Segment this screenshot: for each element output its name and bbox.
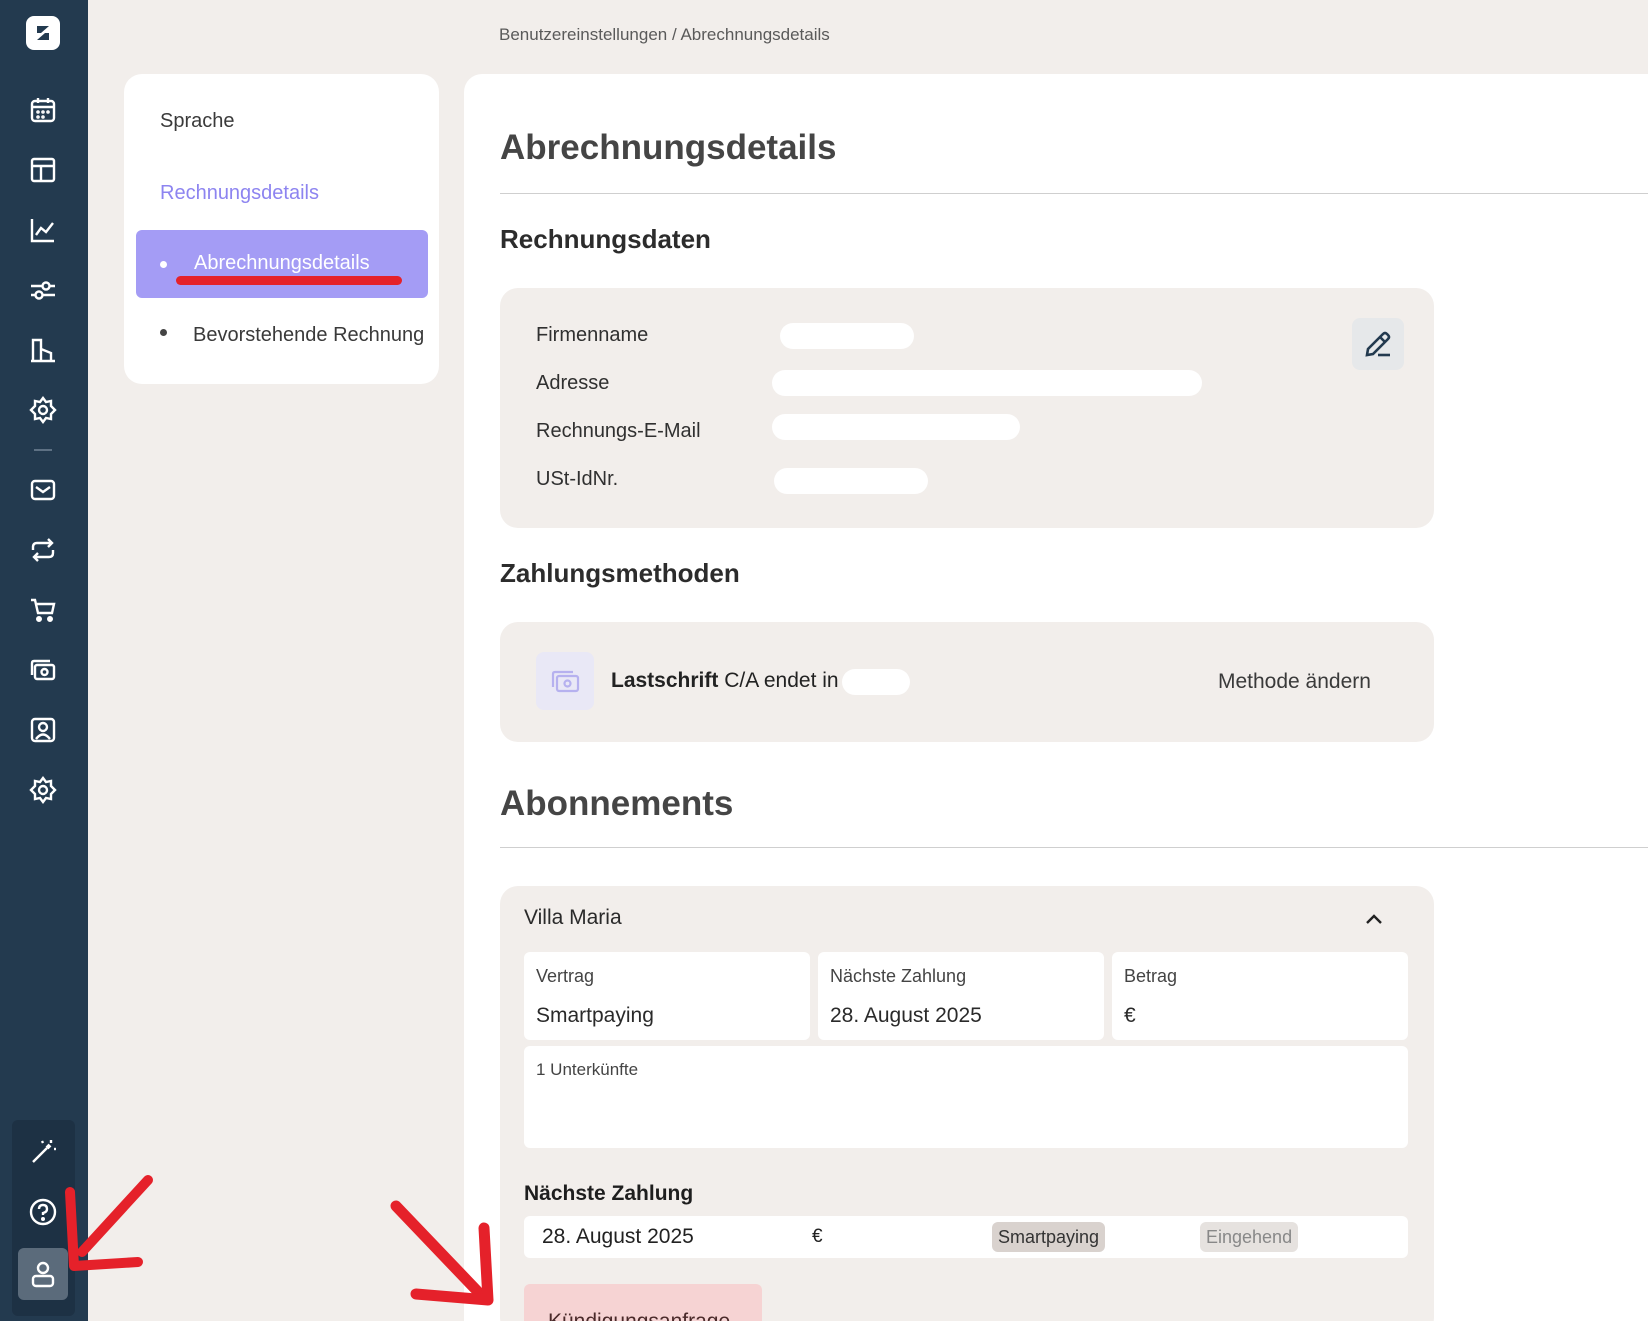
calendar-icon[interactable] (24, 91, 62, 129)
annotation-underline (176, 276, 402, 285)
next-payment-box: Nächste Zahlung 28. August 2025 (818, 952, 1104, 1040)
chart-icon[interactable] (24, 211, 62, 249)
logo-icon[interactable] (26, 16, 60, 50)
contact-icon[interactable] (24, 711, 62, 749)
edit-invoice-data-button[interactable] (1352, 318, 1404, 370)
chevron-up-icon[interactable] (1362, 908, 1386, 932)
next-payment-label: Nächste Zahlung (830, 966, 967, 986)
subnav-item-abrechnungsdetails[interactable]: Abrechnungsdetails (136, 230, 428, 298)
subnav-item-label: Abrechnungsdetails (194, 252, 370, 274)
address-redacted (772, 370, 1202, 396)
main-content-panel: Abrechnungsdetails Rechnungsdaten Firmen… (464, 74, 1648, 1321)
annotation-arrow-user (65, 1175, 153, 1271)
cart-icon[interactable] (24, 591, 62, 629)
payment-date: 28. August 2025 (542, 1225, 694, 1248)
company-name-redacted (780, 323, 914, 349)
building-icon[interactable] (24, 331, 62, 369)
magic-wand-icon[interactable] (24, 1133, 62, 1171)
billing-email-redacted (772, 414, 1020, 440)
accommodations-count: 1 Unterkünfte (536, 1060, 639, 1079)
address-label: Adresse (536, 372, 610, 394)
payment-method-card: Lastschrift C/A endet in Methode ändern (500, 622, 1434, 742)
bullet-dot (160, 261, 167, 268)
vat-id-redacted (774, 468, 928, 494)
user-icon (31, 1261, 55, 1288)
subnav-item-billing-details[interactable]: Rechnungsdetails (160, 182, 319, 205)
contract-label: Vertrag (536, 966, 595, 986)
accommodations-box: 1 Unterkünfte (524, 1046, 1408, 1148)
contract-value: Smartpaying (536, 1004, 654, 1027)
next-payment-value: 28. August 2025 (830, 1004, 982, 1027)
page-title: Abrechnungsdetails (500, 128, 837, 167)
payment-icon (536, 652, 594, 710)
contract-box: Vertrag Smartpaying (524, 952, 810, 1040)
amount-value: € (1124, 1004, 1136, 1027)
subnav-item-language[interactable]: Sprache (160, 110, 235, 133)
mail-icon[interactable] (24, 471, 62, 509)
subscriptions-divider (500, 847, 1648, 848)
account-digits-redacted (842, 669, 910, 695)
cancellation-request-button[interactable]: Kündigungsanfrage (524, 1284, 762, 1321)
contract-type-badge: Smartpaying (992, 1222, 1106, 1252)
invoice-data-card: Firmenname Adresse Rechnungs-E-Mail USt-… (500, 288, 1434, 528)
amount-label: Betrag (1124, 966, 1178, 986)
sliders-icon[interactable] (24, 271, 62, 309)
subnav-item-label: Bevorstehende Rechnung (193, 324, 425, 346)
invoice-data-heading: Rechnungsdaten (500, 224, 711, 254)
settings-subnav: Sprache Rechnungsdetails Abrechnungsdeta… (124, 74, 439, 384)
company-name-label: Firmenname (536, 324, 649, 346)
main-navigation-rail (0, 0, 88, 1321)
gear-icon[interactable] (24, 391, 62, 429)
payment-methods-heading: Zahlungsmethoden (500, 558, 740, 588)
breadcrumb: Benutzereinstellungen / Abrechnungsdetai… (499, 25, 830, 44)
subscriptions-heading: Abonnements (500, 784, 734, 823)
payment-method-description: Lastschrift C/A endet in (611, 669, 839, 693)
status-badge: Eingehend (1200, 1222, 1299, 1252)
payment-method-type: Lastschrift (611, 669, 719, 692)
settings-icon[interactable] (24, 771, 62, 809)
edit-icon (1365, 331, 1391, 357)
cancellation-request-label: Kündigungsanfrage (548, 1310, 730, 1321)
next-payment-row: 28. August 2025 € Smartpaying Eingehend (524, 1216, 1408, 1258)
help-icon[interactable] (24, 1193, 62, 1231)
amount-box: Betrag € (1112, 952, 1408, 1040)
layout-icon[interactable] (24, 151, 62, 189)
subnav-item-upcoming-invoice[interactable]: Bevorstehende Rechnung (160, 324, 424, 347)
change-payment-method-link[interactable]: Methode ändern (1218, 670, 1371, 694)
property-name: Villa Maria (524, 906, 622, 929)
next-payment-section-title: Nächste Zahlung (524, 1182, 694, 1205)
repeat-icon[interactable] (24, 531, 62, 569)
payment-method-suffix: C/A endet in (718, 669, 839, 692)
payment-amount: € (812, 1226, 823, 1247)
money-icon[interactable] (24, 651, 62, 689)
subscription-card: Villa Maria Vertrag Smartpaying Nächste … (500, 886, 1434, 1321)
bullet-dot (160, 329, 167, 337)
vat-id-label: USt-IdNr. (536, 468, 619, 490)
rail-divider (34, 449, 52, 451)
annotation-arrow-cancel (390, 1200, 494, 1306)
billing-email-label: Rechnungs-E-Mail (536, 420, 701, 442)
title-divider (500, 193, 1648, 194)
